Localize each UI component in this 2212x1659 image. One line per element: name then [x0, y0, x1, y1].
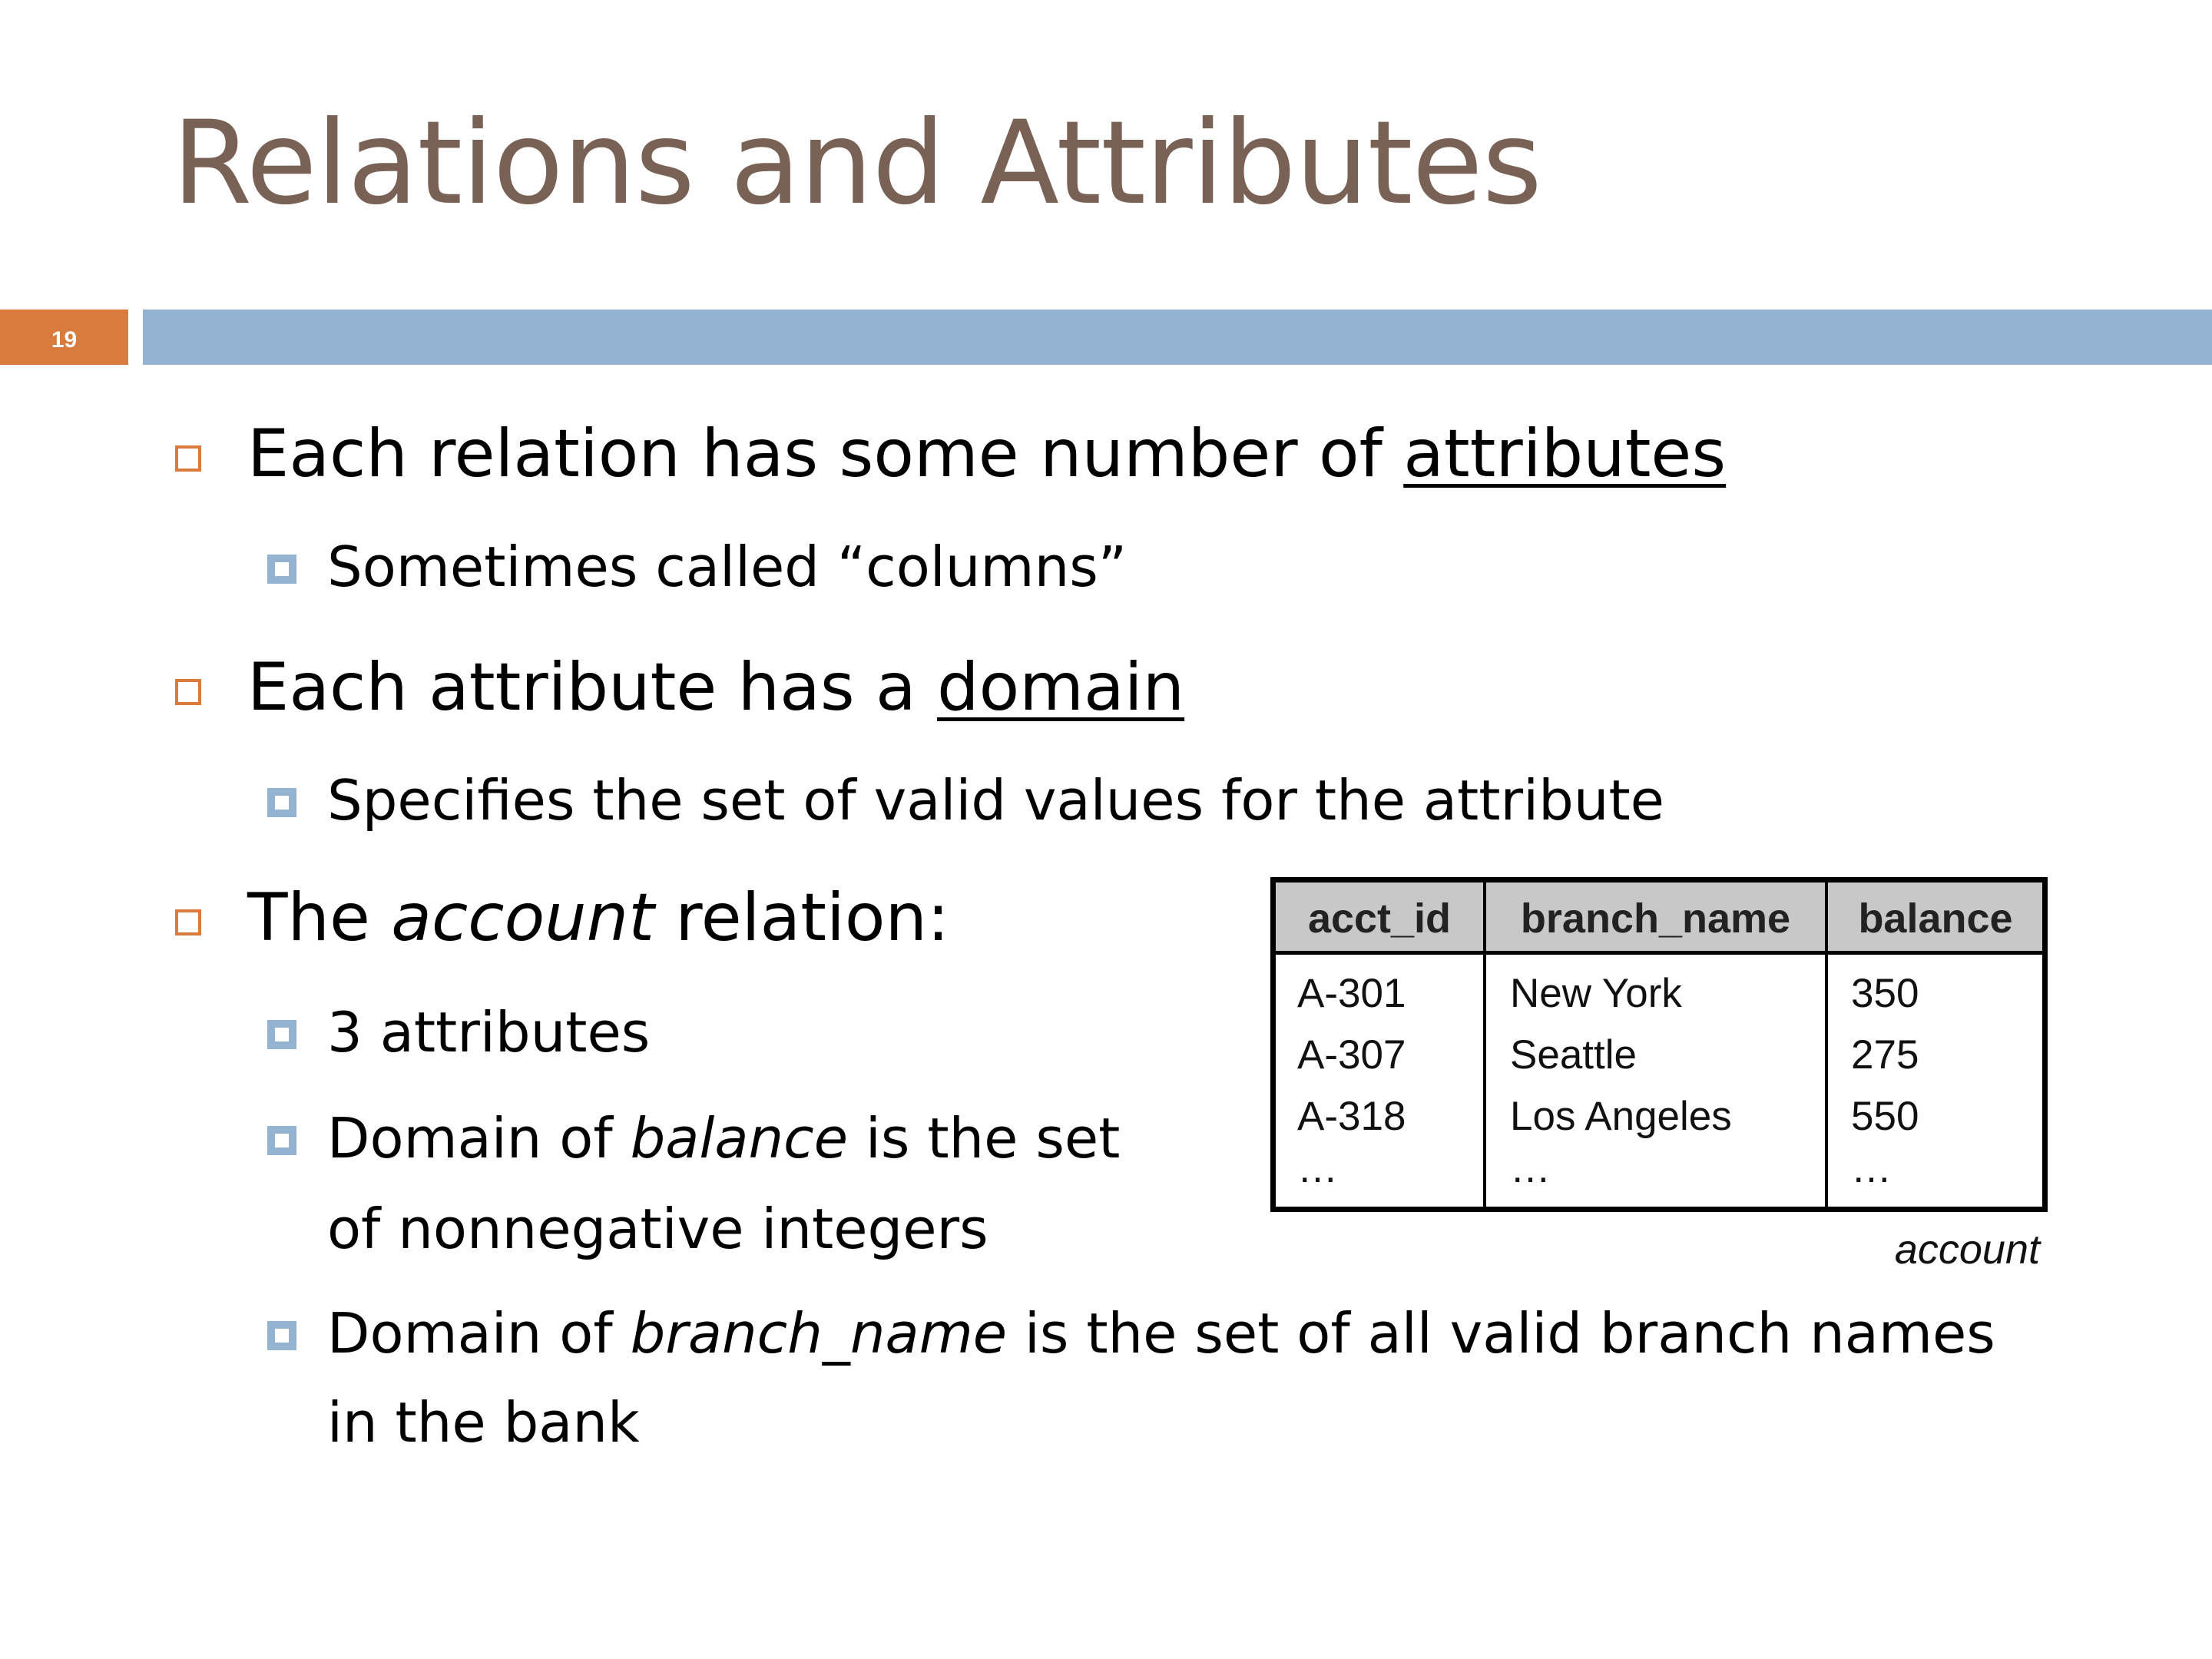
- table-cell: Seattle: [1510, 1032, 1637, 1078]
- square-bullet-icon: [175, 909, 201, 935]
- table-caption: account: [1894, 1227, 2040, 1273]
- square-bullet-icon: [175, 445, 201, 472]
- table-cell: New York: [1510, 971, 1682, 1016]
- bullet-text: relation:: [654, 879, 949, 956]
- bullet-attributes: Each relation has some number of attribu…: [247, 421, 1726, 487]
- table-cell: …: [1510, 1146, 1551, 1191]
- table-cell: …: [1297, 1146, 1338, 1191]
- table-cell: Los Angeles: [1510, 1094, 1732, 1139]
- slide-number: 19: [51, 327, 78, 353]
- bullet-branch-domain-line2: in the bank: [327, 1390, 640, 1455]
- bullet-text: is the set: [848, 1106, 1121, 1171]
- header-acct-id: acct_id: [1307, 896, 1452, 942]
- bullet-valid-values: Specifies the set of valid values for th…: [327, 768, 1664, 833]
- filled-square-bullet-icon: [267, 1020, 296, 1049]
- bullet-balance-domain-line2: of nonnegative integers: [327, 1197, 988, 1261]
- table-cell: 350: [1851, 971, 1919, 1016]
- term-attributes: attributes: [1403, 416, 1727, 492]
- bullet-text: Domain of: [327, 1301, 631, 1366]
- filled-square-bullet-icon: [267, 1321, 296, 1350]
- term-balance: balance: [630, 1106, 849, 1171]
- table-cell: …: [1851, 1146, 1892, 1191]
- bullet-balance-domain: Domain of balance is the set: [327, 1111, 1120, 1166]
- filled-square-bullet-icon: [267, 1126, 296, 1155]
- bullet-branch-domain: Domain of branch_name is the set of all …: [327, 1306, 1995, 1361]
- table-cell: A-301: [1297, 971, 1406, 1016]
- bullet-domain: Each attribute has a domain: [247, 654, 1184, 720]
- filled-square-bullet-icon: [267, 788, 296, 817]
- bullet-text: Each relation has some number of: [247, 416, 1404, 492]
- bullet-text: is the set of all valid branch names: [1007, 1301, 1995, 1366]
- table-cell: 550: [1851, 1094, 1919, 1139]
- term-domain: domain: [937, 649, 1185, 726]
- slide-title: Relations and Attributes: [172, 97, 1542, 230]
- bullet-account-relation: The account relation:: [247, 885, 949, 951]
- square-bullet-icon: [175, 679, 201, 705]
- bullet-columns: Sometimes called “columns”: [327, 535, 1128, 599]
- account-table: acct_id branch_name balance A-301 New Yo…: [1270, 877, 2048, 1212]
- bullet-text: Each attribute has a: [247, 649, 938, 726]
- table-cell: 275: [1851, 1032, 1919, 1078]
- bullet-three-attributes: 3 attributes: [327, 1000, 651, 1065]
- term-account: account: [391, 879, 654, 956]
- table-cell: A-307: [1297, 1032, 1406, 1078]
- term-branch-name: branch_name: [630, 1301, 1008, 1366]
- bullet-text: Domain of: [327, 1106, 631, 1171]
- header-bar: [143, 310, 2212, 365]
- header-balance: balance: [1858, 896, 2013, 942]
- filled-square-bullet-icon: [267, 555, 296, 584]
- slide: Relations and Attributes 19 Each relatio…: [0, 0, 2212, 1659]
- table-cell: A-318: [1297, 1094, 1406, 1139]
- header-branch-name: branch_name: [1520, 896, 1791, 942]
- bullet-text: The: [247, 879, 392, 956]
